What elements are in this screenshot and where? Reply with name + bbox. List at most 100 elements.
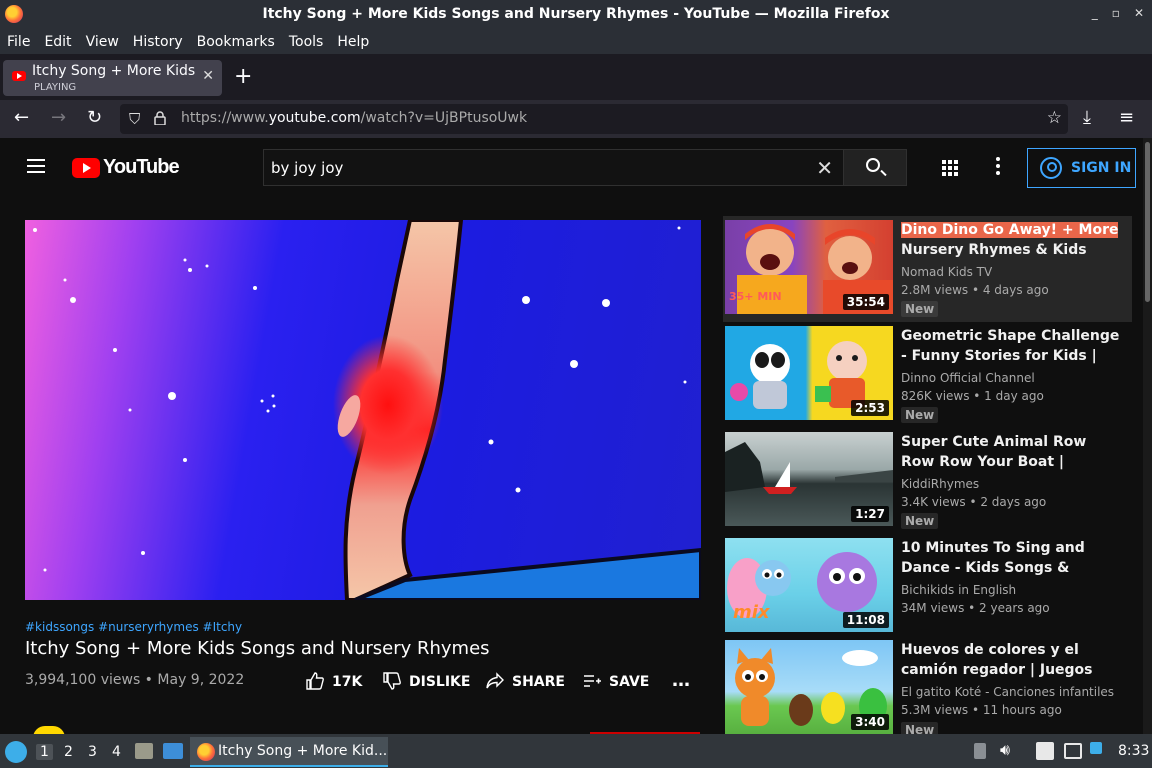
share-button[interactable]: SHARE (486, 672, 565, 690)
video-thumbnail[interactable]: 2:53 (725, 326, 893, 420)
menu-tools[interactable]: Tools (289, 34, 324, 50)
desktop-1-button[interactable]: 1 (36, 744, 53, 760)
thumbs-down-icon (383, 672, 401, 690)
related-video-item[interactable]: 1:27 Super Cute Animal Row Row Row Your … (723, 428, 1132, 534)
related-video-title[interactable]: Super Cute Animal Row Row Row Your Boat … (901, 432, 1123, 472)
close-window-button[interactable]: ✕ (1134, 6, 1144, 20)
menu-history[interactable]: History (133, 34, 183, 50)
forward-button[interactable]: → (51, 107, 66, 128)
video-frame (33, 220, 701, 600)
maximize-button[interactable]: ▫ (1112, 6, 1120, 20)
more-actions-button[interactable]: … (672, 670, 690, 691)
related-video-item[interactable]: 3:40 Huevos de colores y el camión regad… (723, 636, 1132, 738)
related-channel-name[interactable]: Dinno Official Channel (901, 371, 1035, 385)
video-thumbnail[interactable]: 35+ MIN 35:54 (725, 220, 893, 314)
related-video-stats: 826K views • 1 day ago (901, 389, 1044, 403)
like-count: 17K (332, 674, 363, 690)
notifications-icon[interactable] (1090, 742, 1102, 754)
new-badge: New (901, 301, 939, 317)
like-button[interactable]: 17K (306, 672, 362, 690)
window-titlebar: Itchy Song + More Kids Songs and Nursery… (0, 0, 1152, 30)
video-thumbnail[interactable]: 3:40 (725, 640, 893, 734)
tab-title: Itchy Song + More Kids Songs and Nursery… (32, 63, 197, 79)
search-query[interactable]: by joy joy (271, 159, 343, 177)
app-menu-button[interactable]: ≡ (1119, 107, 1134, 128)
clear-search-icon[interactable]: ✕ (816, 156, 833, 180)
related-channel-name[interactable]: Nomad Kids TV (901, 265, 992, 279)
apps-grid-icon[interactable] (942, 160, 958, 176)
url-text[interactable]: https://www.youtube.com/watch?v=UjBPtuso… (181, 110, 527, 126)
minimize-button[interactable]: _ (1092, 6, 1098, 20)
related-video-title[interactable]: Dino Dino Go Away! + More Nursery Rhymes… (901, 220, 1123, 260)
video-hashtags[interactable]: #kidssongs #nurseryrhymes #Itchy (25, 620, 242, 634)
clock[interactable]: 8:33 (1118, 743, 1149, 759)
dislike-button[interactable]: DISLIKE (383, 672, 470, 690)
search-input[interactable]: by joy joy ✕ (263, 149, 844, 186)
menu-bookmarks[interactable]: Bookmarks (197, 34, 275, 50)
volume-icon[interactable]: 🔊︎ (1000, 740, 1010, 760)
show-desktop-icon[interactable] (163, 743, 183, 759)
search-button[interactable] (843, 149, 907, 186)
guide-menu-icon[interactable] (27, 159, 45, 173)
file-manager-icon[interactable] (135, 743, 153, 759)
desktop-2-button[interactable]: 2 (64, 744, 73, 760)
related-video-title[interactable]: Huevos de colores y el camión regador | … (901, 640, 1123, 680)
share-label: SHARE (512, 674, 565, 690)
menu-file[interactable]: File (7, 34, 30, 50)
tab-close-button[interactable]: ✕ (202, 68, 214, 84)
menu-edit[interactable]: Edit (44, 34, 71, 50)
settings-kebab-icon[interactable] (996, 157, 1000, 178)
network-icon[interactable] (1064, 743, 1082, 759)
related-channel-name[interactable]: KiddiRhymes (901, 477, 979, 491)
reload-button[interactable]: ↻ (87, 107, 102, 128)
share-icon (486, 672, 504, 689)
thumbs-up-icon (306, 672, 324, 690)
view-count: 3,994,100 views (25, 672, 141, 688)
playlist-add-icon (584, 675, 601, 687)
related-channel-name[interactable]: El gatito Koté - Canciones infantiles (901, 685, 1114, 699)
related-video-item[interactable]: mix 11:08 10 Minutes To Sing and Dance -… (723, 534, 1132, 640)
save-button[interactable]: SAVE (583, 672, 649, 690)
video-duration: 2:53 (851, 400, 889, 416)
thumbnail-badge: mix (733, 602, 770, 623)
related-video-stats: 2.8M views • 4 days ago (901, 283, 1049, 297)
url-bar[interactable]: ⛉ https://www.youtube.com/watch?v=UjBPtu… (120, 104, 1068, 134)
menu-help[interactable]: Help (337, 34, 369, 50)
tracking-shield-icon[interactable]: ⛉ (129, 110, 140, 128)
related-video-stats: 3.4K views • 2 days ago (901, 495, 1047, 509)
taskbar-firefox-task[interactable]: Itchy Song + More Kid... (190, 737, 388, 767)
new-tab-button[interactable]: + (234, 64, 252, 89)
new-badge: New (901, 407, 939, 423)
related-video-item[interactable]: 2:53 Geometric Shape Challenge - Funny S… (723, 322, 1132, 428)
related-channel-name[interactable]: Bichikids in English (901, 583, 1016, 597)
application-launcher-icon[interactable] (5, 741, 27, 763)
related-video-item[interactable]: 35+ MIN 35:54 Dino Dino Go Away! + More … (723, 216, 1132, 322)
desktop-4-button[interactable]: 4 (112, 744, 121, 760)
tab-playing-label: PLAYING (34, 82, 77, 93)
account-icon (1040, 157, 1062, 179)
thumbnail-badge: 35+ MIN (729, 290, 782, 303)
youtube-favicon-icon (12, 71, 26, 81)
youtube-logo-icon[interactable] (72, 158, 100, 178)
video-title: Itchy Song + More Kids Songs and Nursery… (25, 638, 490, 659)
video-duration: 11:08 (842, 612, 889, 628)
clipboard-icon[interactable] (974, 743, 986, 759)
video-player[interactable] (25, 220, 701, 600)
bookmark-star-icon[interactable]: ☆ (1047, 108, 1062, 128)
tab-youtube[interactable]: Itchy Song + More Kids Songs and Nursery… (3, 60, 222, 96)
related-video-title[interactable]: 10 Minutes To Sing and Dance - Kids Song… (901, 538, 1123, 578)
notes-icon[interactable] (1036, 742, 1054, 760)
page-scrollbar[interactable] (1143, 138, 1152, 734)
back-button[interactable]: ← (14, 107, 29, 128)
video-thumbnail[interactable]: 1:27 (725, 432, 893, 526)
related-video-stats: 5.3M views • 11 hours ago (901, 703, 1062, 717)
downloads-button[interactable]: ⤓ (1083, 107, 1091, 128)
save-label: SAVE (609, 674, 650, 690)
related-video-title[interactable]: Geometric Shape Challenge - Funny Storie… (901, 326, 1123, 366)
lock-icon[interactable] (154, 111, 166, 125)
sign-in-button[interactable]: SIGN IN (1027, 148, 1136, 188)
menu-view[interactable]: View (86, 34, 119, 50)
desktop-3-button[interactable]: 3 (88, 744, 97, 760)
youtube-logo-text[interactable]: YouTube (103, 156, 180, 179)
video-thumbnail[interactable]: mix 11:08 (725, 538, 893, 632)
